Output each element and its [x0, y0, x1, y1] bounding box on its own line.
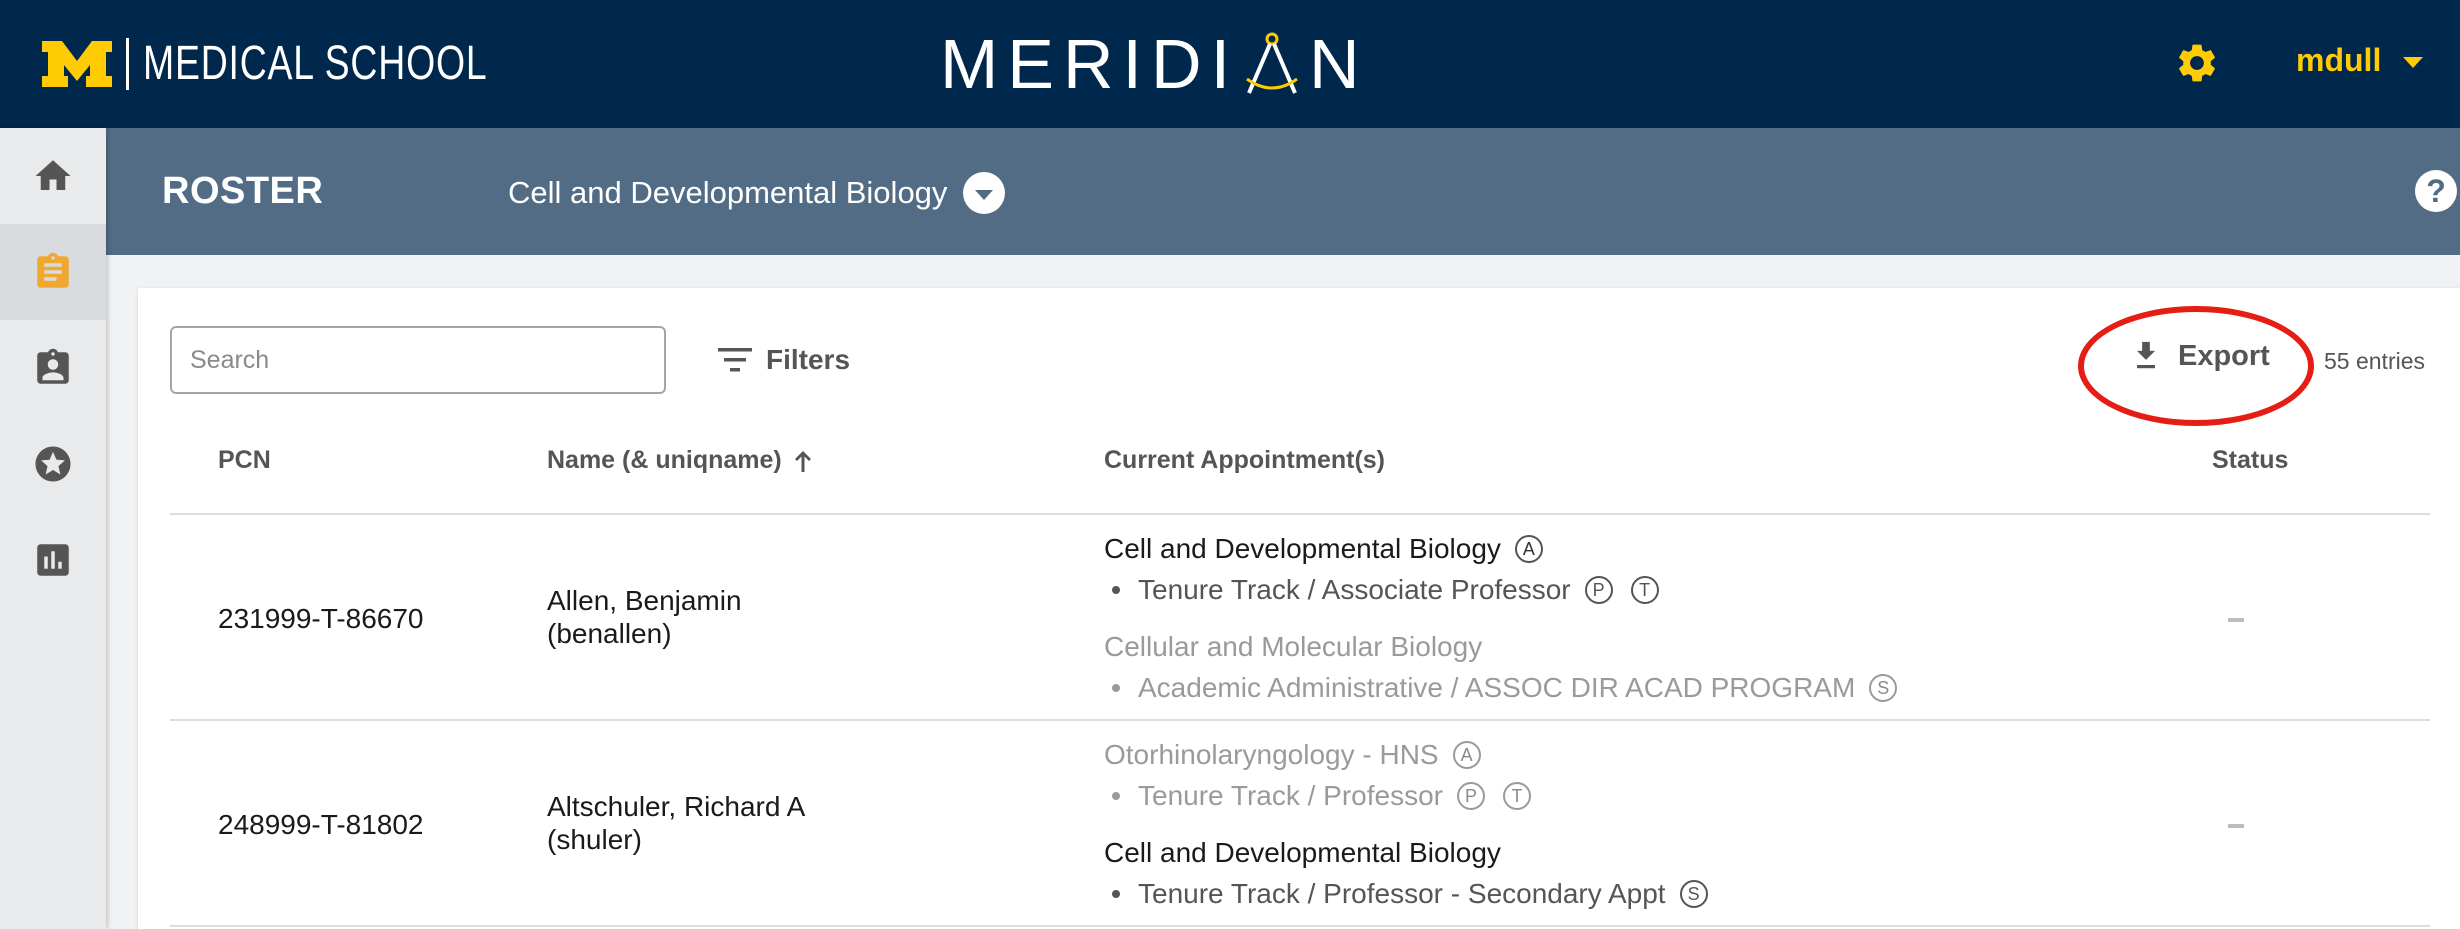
sidebar-item-favorites[interactable]	[0, 416, 106, 512]
bullet-icon	[1112, 684, 1120, 692]
row-divider	[170, 925, 2430, 927]
column-header-appointments[interactable]: Current Appointment(s)	[1104, 446, 1385, 475]
star-icon	[35, 446, 71, 482]
help-icon[interactable]: ?	[2415, 170, 2457, 212]
appointment-department: Cell and Developmental Biology A	[1104, 533, 1543, 565]
logo-text-mid: I	[1210, 25, 1240, 103]
header-divider	[170, 513, 2430, 515]
page-title: ROSTER	[162, 170, 324, 212]
filters-label: Filters	[766, 344, 851, 375]
column-header-pcn[interactable]: PCN	[218, 446, 271, 475]
roster-card: Filters Export 55 entries PCN Name (& un…	[138, 288, 2460, 929]
row-divider	[170, 719, 2430, 721]
name-cell: Altschuler, Richard A (shuler)	[547, 790, 805, 856]
logo-text-right: N	[1309, 25, 1369, 103]
department-name: Cell and Developmental Biology	[508, 175, 948, 210]
sidebar-item-profiles[interactable]	[0, 320, 106, 416]
appointment-role: Tenure Track / Professor P T	[1112, 780, 1532, 812]
appointment-badge: A	[1514, 535, 1543, 563]
appointment-badge: P	[1584, 576, 1613, 604]
appointment-department: Otorhinolaryngology - HNS A	[1104, 739, 1481, 771]
appointment-badge: S	[1679, 880, 1708, 908]
caret-down-icon	[2403, 57, 2424, 68]
filters-button[interactable]: Filters	[716, 344, 850, 376]
person-name: Allen, Benjamin	[547, 585, 742, 616]
appointment-role-label: Tenure Track / Professor	[1138, 780, 1444, 811]
user-name: mdull	[2296, 42, 2382, 78]
export-button[interactable]: Export	[2130, 338, 2270, 374]
compass-icon	[1241, 31, 1303, 97]
appointment-role-label: Tenure Track / Associate Professor	[1138, 574, 1571, 605]
appointment-role: Tenure Track / Associate Professor P T	[1112, 574, 1659, 606]
block-m-logo-icon	[42, 40, 112, 87]
person-name: Altschuler, Richard A	[547, 791, 806, 822]
name-cell: Allen, Benjamin (benallen)	[547, 584, 742, 650]
column-header-status[interactable]: Status	[2212, 446, 2288, 475]
sort-ascending-icon	[794, 450, 811, 472]
appointment-role: Academic Administrative / ASSOC DIR ACAD…	[1112, 672, 1898, 704]
appointment-department: Cell and Developmental Biology	[1104, 837, 1501, 869]
appointment-department-label: Cellular and Molecular Biology	[1104, 631, 1483, 662]
appointment-department: Cellular and Molecular Biology	[1104, 631, 1482, 663]
chart-icon	[37, 544, 69, 576]
filter-icon	[718, 348, 752, 372]
column-header-name-label: Name (& uniqname)	[547, 446, 782, 474]
clipboard-icon	[37, 252, 69, 288]
sidebar	[0, 128, 106, 929]
brand-divider	[126, 37, 129, 90]
university-brand[interactable]: MEDICAL SCHOOL	[40, 36, 585, 91]
logo-text-left: MERID	[940, 25, 1211, 103]
appointment-badge: A	[1452, 741, 1481, 769]
appointment-role: Tenure Track / Professor - Secondary App…	[1112, 878, 1708, 910]
person-uniqname: (benallen)	[547, 618, 672, 649]
user-menu[interactable]: mdull	[2296, 42, 2424, 79]
department-selector[interactable]: Cell and Developmental Biology	[508, 172, 1006, 214]
status-empty-dash	[2228, 824, 2244, 828]
appointment-department-label: Otorhinolaryngology - HNS	[1104, 739, 1439, 770]
export-label: Export	[2178, 339, 2270, 372]
bullet-icon	[1112, 792, 1120, 800]
person-uniqname: (shuler)	[547, 824, 642, 855]
appointment-department-label: Cell and Developmental Biology	[1104, 837, 1501, 868]
appointment-badge: T	[1503, 782, 1532, 810]
appointment-badge: S	[1869, 674, 1898, 702]
status-empty-dash	[2228, 618, 2244, 622]
search-input[interactable]	[170, 326, 666, 394]
appointment-badge: P	[1457, 782, 1486, 810]
badge-icon	[37, 348, 69, 384]
download-icon	[2137, 341, 2155, 369]
brand-text: MEDICAL SCHOOL	[143, 37, 488, 90]
appointment-badge: T	[1630, 576, 1659, 604]
gear-icon[interactable]	[2174, 40, 2220, 86]
bullet-icon	[1112, 586, 1120, 594]
pcn-cell: 231999-T-86670	[218, 603, 424, 634]
column-header-name[interactable]: Name (& uniqname)	[547, 446, 814, 475]
bullet-icon	[1112, 890, 1120, 898]
pcn-cell: 248999-T-81802	[218, 809, 424, 840]
entry-count: 55 entries	[2324, 348, 2426, 374]
dropdown-toggle-icon[interactable]	[963, 172, 1006, 214]
meridian-logo[interactable]: MERID I N	[940, 24, 1369, 104]
home-icon	[35, 160, 71, 190]
sidebar-item-reports[interactable]	[0, 512, 106, 608]
sidebar-item-roster[interactable]	[0, 224, 106, 320]
top-navigation-bar: MEDICAL SCHOOL MERID I N mdull	[0, 0, 2460, 128]
appointment-role-label: Tenure Track / Professor - Secondary App…	[1138, 878, 1666, 909]
appointment-role-label: Academic Administrative / ASSOC DIR ACAD…	[1138, 672, 1856, 703]
roster-header: ROSTER Cell and Developmental Biology ?	[106, 128, 2460, 255]
sidebar-item-home[interactable]	[0, 128, 106, 224]
appointment-department-label: Cell and Developmental Biology	[1104, 533, 1501, 564]
